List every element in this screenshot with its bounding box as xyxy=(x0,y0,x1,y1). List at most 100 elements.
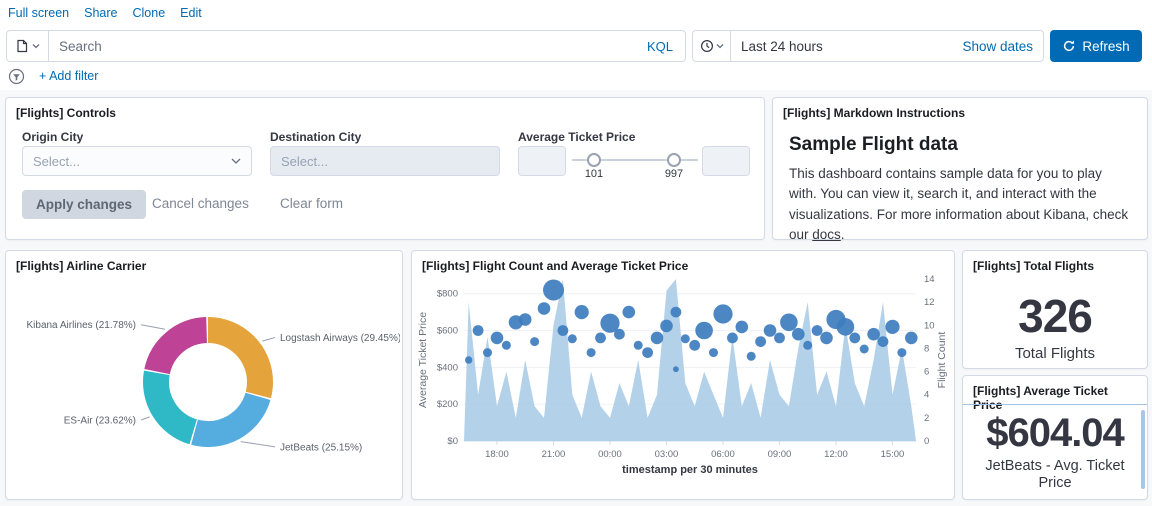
time-picker-quick-button[interactable] xyxy=(693,31,731,61)
cancel-changes-button[interactable]: Cancel changes xyxy=(152,196,249,211)
slider-handle-max[interactable] xyxy=(667,153,681,167)
saved-query-icon xyxy=(15,39,29,53)
ticket-price-label: Average Ticket Price xyxy=(518,130,635,144)
ticket-price-bubble[interactable] xyxy=(736,321,749,334)
right-axis-tick: 2 xyxy=(924,413,929,424)
kql-button[interactable]: KQL xyxy=(635,39,685,54)
ticket-price-bubble[interactable] xyxy=(671,307,682,318)
ticket-price-bubble[interactable] xyxy=(558,325,569,336)
ticket-price-bubble[interactable] xyxy=(709,348,718,357)
ticket-price-bubble[interactable] xyxy=(473,325,484,336)
ticket-price-bubble[interactable] xyxy=(764,324,777,337)
markdown-text: . xyxy=(841,227,845,242)
ticket-price-slider[interactable]: 101 997 xyxy=(572,146,698,180)
x-axis-tick: 21:00 xyxy=(542,449,566,460)
scrollbar[interactable] xyxy=(1141,410,1145,489)
total-flights-label: Total Flights xyxy=(963,345,1147,362)
x-axis-tick: 00:00 xyxy=(598,449,622,460)
chevron-down-icon xyxy=(231,158,241,164)
flight-count-area[interactable] xyxy=(464,279,916,441)
airline-carrier-donut-chart: Logstash Airways (29.45%)JetBeats (25.15… xyxy=(10,269,400,497)
share-link[interactable]: Share xyxy=(84,6,117,20)
ticket-price-bubble[interactable] xyxy=(543,280,564,301)
ticket-price-bubble[interactable] xyxy=(519,313,532,326)
pie-slice-label: Kibana Airlines (21.78%) xyxy=(26,320,136,331)
left-axis-tick: $800 xyxy=(437,289,458,300)
ticket-price-bubble[interactable] xyxy=(673,366,679,372)
apply-changes-button[interactable]: Apply changes xyxy=(22,190,146,219)
ticket-price-bubble[interactable] xyxy=(587,348,596,357)
right-axis-tick: 8 xyxy=(924,343,929,354)
slider-handle-min[interactable] xyxy=(587,153,601,167)
ticket-price-bubble[interactable] xyxy=(905,332,918,345)
add-filter-button[interactable]: + Add filter xyxy=(39,69,98,83)
pie-label-leader-line xyxy=(141,417,150,420)
ticket-price-bubble[interactable] xyxy=(837,318,855,336)
ticket-price-bubble[interactable] xyxy=(651,332,664,345)
ticket-price-bubble[interactable] xyxy=(634,341,643,350)
ticket-price-bubble[interactable] xyxy=(695,322,713,340)
ticket-price-bubble[interactable] xyxy=(747,352,756,361)
ticket-price-bubble[interactable] xyxy=(660,320,673,333)
ticket-price-bubble[interactable] xyxy=(885,320,899,334)
ticket-price-max-input[interactable] xyxy=(702,146,750,176)
ticket-price-bubble[interactable] xyxy=(502,341,511,350)
pie-slice-label: ES-Air (23.62%) xyxy=(64,416,136,427)
ticket-price-bubble[interactable] xyxy=(530,337,539,346)
slider-min-value: 101 xyxy=(574,168,614,180)
ticket-price-bubble[interactable] xyxy=(568,334,577,343)
docs-link[interactable]: docs xyxy=(812,227,841,242)
ticket-price-bubble[interactable] xyxy=(755,336,766,347)
ticket-price-bubble[interactable] xyxy=(803,341,812,350)
ticket-price-bubble[interactable] xyxy=(491,332,504,345)
left-axis-title: Average Ticket Price xyxy=(417,312,429,408)
filter-settings-icon[interactable] xyxy=(8,68,25,85)
ticket-price-bubble[interactable] xyxy=(483,348,492,357)
ticket-price-bubble[interactable] xyxy=(849,333,860,344)
avg-ticket-price-label: JetBeats - Avg. Ticket Price xyxy=(975,458,1135,493)
ticket-price-bubble[interactable] xyxy=(774,333,785,344)
clone-link[interactable]: Clone xyxy=(133,6,166,20)
ticket-price-min-input[interactable] xyxy=(518,146,566,176)
panel-average-ticket-price: [Flights] Average Ticket Price $604.04 J… xyxy=(962,375,1148,500)
ticket-price-bubble[interactable] xyxy=(642,347,653,358)
ticket-price-bubble[interactable] xyxy=(623,306,636,319)
refresh-button[interactable]: Refresh xyxy=(1050,30,1142,62)
pie-label-leader-line xyxy=(241,442,275,447)
x-axis-tick: 03:00 xyxy=(655,449,679,460)
panel-total-flights: [Flights] Total Flights 326 Total Flight… xyxy=(962,250,1148,369)
x-axis-title: timestamp per 30 minutes xyxy=(622,464,758,476)
ticket-price-bubble[interactable] xyxy=(792,328,805,341)
ticket-price-bubble[interactable] xyxy=(681,334,690,343)
ticket-price-bubble[interactable] xyxy=(897,348,906,357)
ticket-price-bubble[interactable] xyxy=(614,329,625,340)
ticket-price-bubble[interactable] xyxy=(538,302,551,315)
clear-form-button[interactable]: Clear form xyxy=(280,196,343,211)
saved-query-menu-button[interactable] xyxy=(7,31,49,61)
ticket-price-bubble[interactable] xyxy=(689,340,700,351)
time-range-display[interactable]: Last 24 hours Show dates xyxy=(731,31,1043,61)
show-dates-button[interactable]: Show dates xyxy=(962,39,1033,54)
ticket-price-bubble[interactable] xyxy=(713,304,732,323)
panel-flight-count-avg-price: [Flights] Flight Count and Average Ticke… xyxy=(411,250,955,500)
ticket-price-bubble[interactable] xyxy=(820,332,833,345)
dashboard-toolbar: Full screen Share Clone Edit xyxy=(8,6,202,20)
kibana-dashboard: Full screen Share Clone Edit KQL xyxy=(0,0,1152,506)
full-screen-link[interactable]: Full screen xyxy=(8,6,69,20)
right-axis-tick: 4 xyxy=(924,390,929,401)
x-axis-tick: 09:00 xyxy=(768,449,792,460)
ticket-price-bubble[interactable] xyxy=(812,325,823,336)
ticket-price-bubble[interactable] xyxy=(860,345,869,354)
destination-city-select[interactable]: Select... xyxy=(270,146,500,176)
ticket-price-bubble[interactable] xyxy=(595,333,606,344)
ticket-price-bubble[interactable] xyxy=(575,305,589,319)
ticket-price-bubble[interactable] xyxy=(465,356,472,363)
edit-link[interactable]: Edit xyxy=(180,6,202,20)
search-input[interactable] xyxy=(49,31,635,61)
origin-city-select[interactable]: Select... xyxy=(22,146,252,176)
x-axis-tick: 06:00 xyxy=(711,449,735,460)
ticket-price-bubble[interactable] xyxy=(878,336,889,347)
ticket-price-bubble[interactable] xyxy=(727,333,738,344)
ticket-price-bubble[interactable] xyxy=(867,328,880,341)
ticket-price-bubble[interactable] xyxy=(780,314,798,332)
